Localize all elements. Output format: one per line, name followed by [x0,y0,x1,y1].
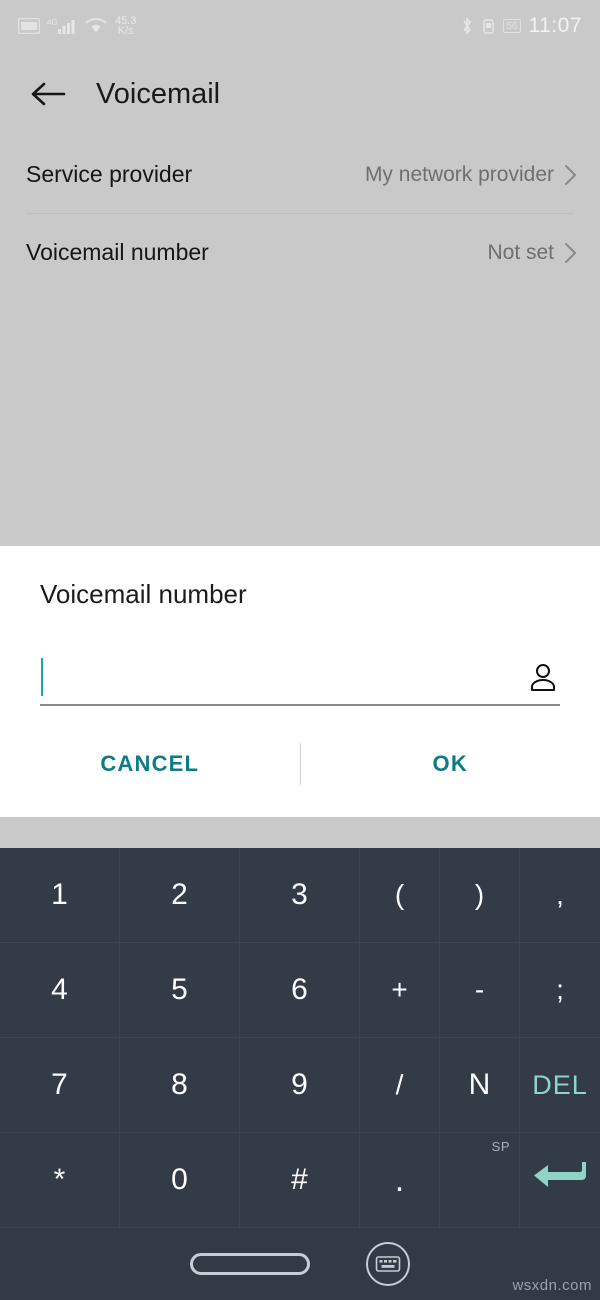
key-1[interactable]: 1 [0,848,120,943]
key-0[interactable]: 0 [120,1133,240,1228]
key-label: 2 [171,878,188,911]
sim-card-icon [18,18,40,34]
key-delete[interactable]: DEL [520,1038,600,1133]
key-3[interactable]: 3 [240,848,360,943]
key-label: * [53,1163,66,1196]
alarm-icon [482,18,495,35]
row-label: Voicemail number [26,239,209,265]
key-label: , [556,879,564,910]
key-label: 3 [291,878,308,911]
person-contact-icon[interactable] [526,660,560,694]
voicemail-number-input[interactable] [43,663,526,691]
key-label: 8 [171,1068,188,1101]
chevron-right-icon [564,163,578,187]
key-label: + [391,974,408,1005]
key-n[interactable]: N [440,1038,520,1133]
key-paren-open[interactable]: ( [360,848,440,943]
key-period[interactable]: . [360,1133,440,1228]
key-label: DEL [532,1069,588,1100]
key-label: 1 [51,878,68,911]
key-label: 7 [51,1068,68,1101]
battery-level: 56 [506,20,518,32]
key-5[interactable]: 5 [120,943,240,1038]
network-speed-indicator: 45.3 K/s [115,16,136,37]
row-right: Not set [487,241,578,265]
back-arrow-icon[interactable] [26,72,70,116]
key-space[interactable]: SP [440,1133,520,1228]
key-label: 0 [171,1163,188,1196]
svg-text:4G: 4G [47,18,58,27]
status-bar-right: 56 11:07 [460,14,582,38]
keyboard-row: * 0 # . SP [0,1133,600,1228]
key-label: . [394,1160,405,1199]
key-label: - [474,974,485,1005]
key-label: 5 [171,973,188,1006]
enter-return-icon [532,1156,588,1204]
key-label: ) [474,879,485,910]
key-4[interactable]: 4 [0,943,120,1038]
network-speed-unit: K/s [117,25,134,37]
keyboard-row: 4 5 6 + - ; [0,943,600,1038]
battery-icon: 56 [503,19,521,33]
key-label: 6 [291,973,308,1006]
cellular-signal-icon: 4G [47,17,77,35]
keyboard-row: 7 8 9 / N DEL [0,1038,600,1133]
navigation-bar: wsxdn.com [0,1228,600,1300]
hide-keyboard-icon[interactable] [366,1242,410,1286]
settings-row-service-provider[interactable]: Service provider My network provider [0,136,600,213]
ok-button[interactable]: OK [301,751,600,777]
dialog-title: Voicemail number [40,579,247,609]
keyboard-row: 1 2 3 ( ) , [0,848,600,943]
key-label: # [291,1163,308,1196]
dialog-button-bar: CANCEL OK [0,729,600,799]
chevron-right-icon [564,241,578,265]
key-label: ; [556,974,564,1005]
voicemail-number-dialog: Voicemail number CANCEL OK [0,546,600,817]
keyboard-gap-band [0,817,600,848]
key-label: ( [394,879,405,910]
settings-list: Service provider My network provider Voi… [0,136,600,291]
key-label: 4 [51,973,68,1006]
key-slash[interactable]: / [360,1038,440,1133]
cancel-button[interactable]: CANCEL [0,751,300,777]
key-space-sup-label: SP [491,1139,510,1154]
key-label: N [468,1068,491,1101]
key-6[interactable]: 6 [240,943,360,1038]
voicemail-number-input-wrapper[interactable] [40,650,560,706]
key-label: 9 [291,1068,308,1101]
key-semicolon[interactable]: ; [520,943,600,1038]
key-asterisk[interactable]: * [0,1133,120,1228]
bluetooth-icon [460,17,474,35]
row-value: My network provider [364,162,554,186]
watermark: wsxdn.com [512,1277,592,1294]
phone-screen: 4G 45.3 K/s 56 11:07 Voicemail Service p… [0,0,600,1300]
key-hash[interactable]: # [240,1133,360,1228]
row-right: My network provider [365,163,578,187]
app-bar: Voicemail [0,52,600,136]
status-bar-left: 4G 45.3 K/s [18,16,136,37]
home-pill-icon[interactable] [190,1253,310,1275]
status-bar: 4G 45.3 K/s 56 11:07 [0,0,600,52]
page-title: Voicemail [96,77,221,110]
row-label: Service provider [26,161,193,187]
row-value: Not set [487,240,554,264]
key-label: / [395,1069,404,1100]
key-plus[interactable]: + [360,943,440,1038]
key-9[interactable]: 9 [240,1038,360,1133]
key-7[interactable]: 7 [0,1038,120,1133]
wifi-icon [84,17,108,35]
key-2[interactable]: 2 [120,848,240,943]
key-minus[interactable]: - [440,943,520,1038]
settings-row-voicemail-number[interactable]: Voicemail number Not set [0,214,600,291]
key-comma[interactable]: , [520,848,600,943]
clock: 11:07 [528,14,582,37]
key-8[interactable]: 8 [120,1038,240,1133]
key-paren-close[interactable]: ) [440,848,520,943]
key-enter[interactable] [520,1133,600,1228]
